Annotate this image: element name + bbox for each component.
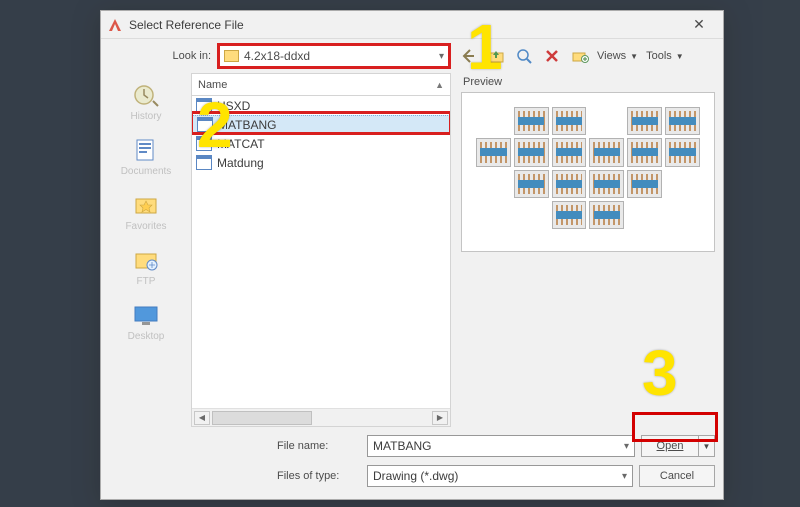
dwg-file-icon (197, 117, 213, 132)
file-row[interactable]: MATCAT (192, 134, 450, 153)
column-header-name: Name (198, 79, 435, 91)
lookin-label: Look in: (101, 50, 219, 62)
history-icon (130, 81, 162, 109)
scroll-left-button[interactable]: ◀ (194, 411, 210, 425)
dwg-file-icon (196, 136, 212, 151)
place-favorites[interactable]: Favorites (101, 191, 191, 232)
views-menu[interactable]: Views ▼ (597, 50, 638, 62)
search-web-button[interactable] (515, 47, 533, 65)
lookin-row: Look in: 4.2x18-ddxd ▾ Views (101, 39, 723, 73)
chevron-down-icon: ▾ (624, 441, 629, 452)
back-button[interactable] (459, 47, 477, 65)
place-documents[interactable]: Documents (101, 136, 191, 177)
tools-menu[interactable]: Tools ▼ (646, 50, 684, 62)
place-history[interactable]: History (101, 81, 191, 122)
sort-indicator-icon: ▲ (435, 80, 444, 90)
file-name: MATBANG (218, 118, 276, 132)
chevron-down-icon: ▾ (439, 51, 444, 62)
open-dropdown-button[interactable]: ▼ (699, 435, 715, 457)
titlebar: Select Reference File ✕ (101, 11, 723, 39)
documents-icon (130, 136, 162, 164)
filetype-label: Files of type: (191, 470, 367, 482)
preview-pane: Preview (461, 73, 715, 427)
file-list[interactable]: HSXD MATBANG MATCAT (191, 95, 451, 427)
ftp-icon (130, 246, 162, 274)
cancel-button[interactable]: Cancel (639, 465, 715, 487)
file-name: Matdung (217, 156, 264, 170)
filetype-combo[interactable]: Drawing (*.dwg) ▾ (367, 465, 633, 487)
close-button[interactable]: ✕ (681, 16, 717, 33)
lookin-value: 4.2x18-ddxd (244, 49, 310, 63)
new-folder-button[interactable] (571, 47, 589, 65)
file-row[interactable]: Matdung (192, 153, 450, 172)
file-list-pane: Name ▲ HSXD MATBANG (191, 73, 451, 427)
scroll-thumb[interactable] (212, 411, 312, 425)
file-name: MATCAT (217, 137, 265, 151)
chevron-down-icon: ▾ (622, 471, 627, 482)
scroll-right-button[interactable]: ▶ (432, 411, 448, 425)
up-folder-button[interactable] (487, 47, 505, 65)
bottom-form: File name: MATBANG ▾ Open ▼ Files of typ… (191, 427, 723, 499)
select-reference-file-dialog: Select Reference File ✕ Look in: 4.2x18-… (100, 10, 724, 500)
place-ftp[interactable]: FTP (101, 246, 191, 287)
horizontal-scrollbar[interactable]: ◀ ▶ (192, 408, 450, 426)
file-row-selected[interactable]: MATBANG (192, 115, 450, 134)
place-label: Favorites (125, 221, 166, 232)
file-name: HSXD (217, 99, 250, 113)
lookin-combo[interactable]: 4.2x18-ddxd ▾ (219, 45, 449, 67)
file-list-inner: HSXD MATBANG MATCAT (192, 96, 450, 408)
place-label: Documents (121, 166, 172, 177)
place-label: Desktop (128, 331, 165, 342)
filename-value: MATBANG (373, 439, 431, 453)
filename-label: File name: (191, 440, 367, 452)
dwg-file-icon (196, 98, 212, 113)
open-button[interactable]: Open (641, 435, 699, 457)
filename-input[interactable]: MATBANG ▾ (367, 435, 635, 457)
favorites-icon (130, 191, 162, 219)
desktop-icon (130, 301, 162, 329)
file-row[interactable]: HSXD (192, 96, 450, 115)
chevron-down-icon: ▼ (676, 52, 684, 61)
file-list-header[interactable]: Name ▲ (191, 73, 451, 95)
places-bar: History Documents Favorites FTP (101, 73, 191, 499)
delete-button[interactable] (543, 47, 561, 65)
folder-icon (224, 50, 239, 62)
autocad-icon (107, 17, 123, 33)
place-label: History (130, 111, 161, 122)
preview-thumbnail (461, 92, 715, 252)
chevron-down-icon: ▼ (630, 52, 638, 61)
place-label: FTP (137, 276, 156, 287)
place-desktop[interactable]: Desktop (101, 301, 191, 342)
dwg-file-icon (196, 155, 212, 170)
dialog-title: Select Reference File (129, 18, 244, 32)
filetype-value: Drawing (*.dwg) (373, 469, 458, 483)
toolbar-icons (459, 47, 589, 65)
preview-label: Preview (461, 73, 715, 92)
